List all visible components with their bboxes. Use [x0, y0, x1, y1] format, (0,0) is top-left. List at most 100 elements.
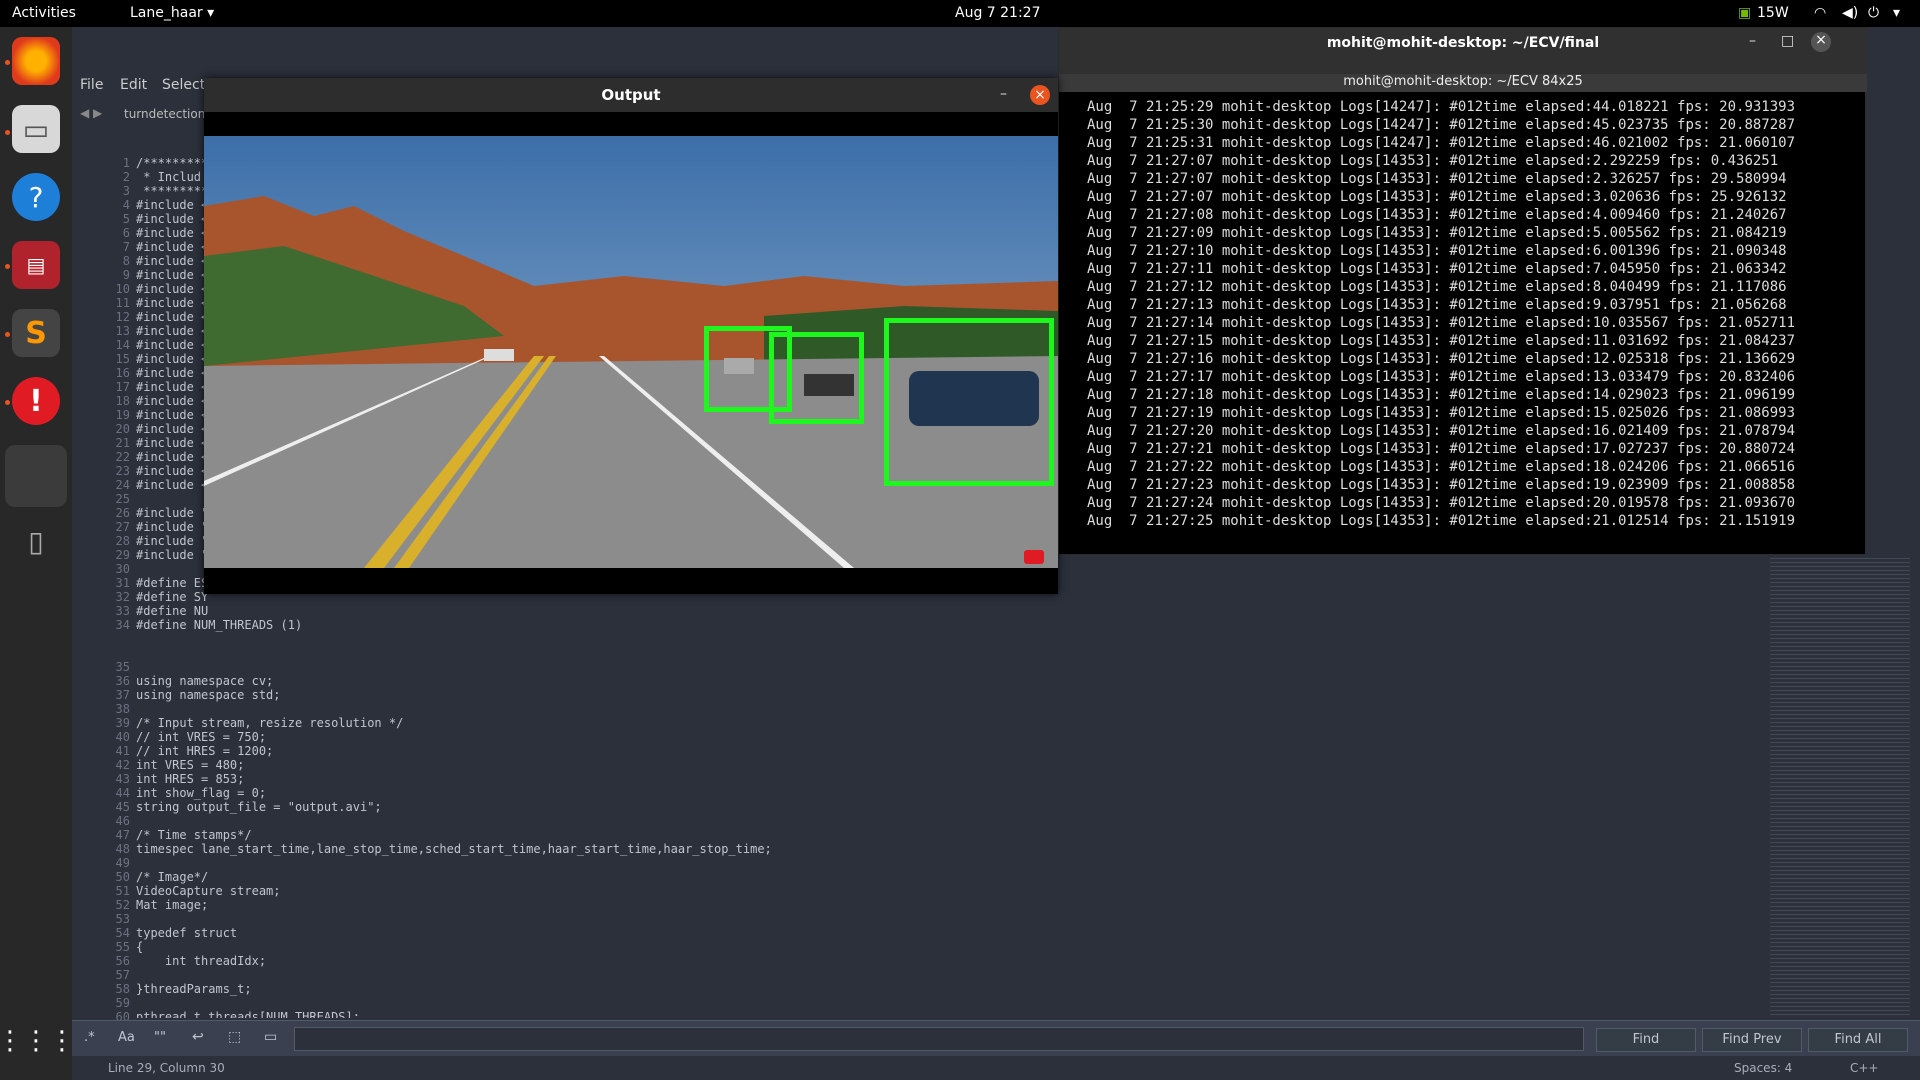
terminal-line: Aug 7 21:27:07 mohit-desktop Logs[14353]… [1087, 153, 1779, 169]
menu-edit[interactable]: Edit [120, 77, 147, 93]
terminal-line: Aug 7 21:25:30 mohit-desktop Logs[14247]… [1087, 117, 1796, 133]
code-line: string output_file = "output.avi"; [136, 800, 382, 814]
line-number: 11 [115, 296, 130, 310]
gutter-top: 1 2 3 4 5 6 7 8 9 10 11 12 13 14 15 16 17 18 19 20 21 22 23 24 2… [72, 156, 130, 632]
code-line: int HRES = 853; [136, 772, 245, 786]
line-number: 6 [122, 226, 130, 240]
show-apps-icon[interactable]: ⋮⋮⋮ [0, 1017, 75, 1065]
nvidia-icon[interactable]: ▣ [1738, 5, 1751, 21]
syntax-setting[interactable]: C++ [1850, 1061, 1879, 1075]
find-all-button[interactable]: Find All [1808, 1028, 1908, 1052]
power-icon[interactable]: ⏻ [1868, 5, 1879, 21]
in-selection-toggle-icon[interactable]: ⬚ [228, 1029, 241, 1045]
find-input[interactable] [294, 1027, 1584, 1051]
firefox-icon[interactable] [12, 37, 60, 85]
line-number: 37 [115, 688, 130, 702]
code-line: timespec lane_start_time,lane_stop_time,… [136, 842, 772, 856]
terminal-title[interactable]: mohit@mohit-desktop: ~/ECV/final [1059, 28, 1867, 74]
menu-file[interactable]: File [80, 77, 103, 93]
case-toggle[interactable]: Aa [118, 1030, 135, 1045]
clock[interactable]: Aug 7 21:27 [955, 5, 1041, 21]
update-icon[interactable]: ! [12, 377, 60, 425]
find-button[interactable]: Find [1596, 1028, 1696, 1052]
terminal-line: Aug 7 21:27:18 mohit-desktop Logs[14353]… [1087, 387, 1796, 403]
terminal-line: Aug 7 21:25:31 mohit-desktop Logs[14247]… [1087, 135, 1796, 151]
close-icon[interactable]: × [1811, 32, 1831, 52]
code-line: #define NU [136, 604, 209, 618]
line-number: 47 [115, 828, 130, 842]
help-icon[interactable]: ? [12, 173, 60, 221]
line-number: 19 [115, 408, 130, 422]
indentation-setting[interactable]: Spaces: 4 [1734, 1061, 1792, 1075]
detection-box [769, 332, 864, 424]
line-number: 35 [115, 660, 130, 674]
line-number: 36 [115, 674, 130, 688]
terminal-line: Aug 7 21:27:13 mohit-desktop Logs[14353]… [1087, 297, 1787, 313]
code-line: /* Input stream, resize resolution */ [136, 716, 404, 730]
detection-box [884, 318, 1054, 486]
terminal-output[interactable]: Aug 7 21:25:29 mohit-desktop Logs[14247]… [1087, 98, 1867, 548]
volume-icon[interactable]: ◀) [1842, 5, 1858, 21]
regex-toggle[interactable]: .* [84, 1030, 95, 1045]
maximize-icon[interactable]: □ [1781, 33, 1794, 49]
line-number: 9 [122, 268, 130, 282]
activities-button[interactable]: Activities [12, 5, 76, 21]
line-number: 43 [115, 772, 130, 786]
running-indicator [5, 130, 10, 135]
minimize-icon[interactable]: – [1749, 33, 1756, 49]
gutter-bottom: 35 36 37 38 39 40 41 42 43 44 45 46 47 48 49 50 51 52 53 54… [72, 660, 130, 1066]
running-indicator [5, 400, 10, 405]
menu-select[interactable]: Select [162, 77, 205, 93]
code-line: typedef struct [136, 926, 238, 940]
terminal-line: Aug 7 21:27:14 mohit-desktop Logs[14353]… [1087, 315, 1796, 331]
find-prev-button[interactable]: Find Prev [1702, 1028, 1802, 1052]
line-number: 32 [115, 590, 130, 604]
editor-tab[interactable]: turndetection. [124, 107, 209, 121]
terminal-line: Aug 7 21:27:11 mohit-desktop Logs[14353]… [1087, 261, 1787, 277]
line-number: 12 [115, 310, 130, 324]
close-icon[interactable]: × [1030, 85, 1050, 105]
cursor-position[interactable]: Line 29, Column 30 [108, 1061, 225, 1075]
code-line: /* Time stamps*/ [136, 828, 252, 842]
line-number: 24 [115, 478, 130, 492]
top-bar: Activities Lane_haar ▾ Aug 7 21:27 ▣ 15W… [0, 0, 1920, 27]
line-number: 13 [115, 324, 130, 338]
terminal-window: mohit@mohit-desktop: ~/ECV/final – □ × m… [1058, 27, 1867, 555]
code-line: }threadParams_t; [136, 982, 252, 996]
code-minimap[interactable] [1770, 555, 1910, 1015]
whole-word-toggle[interactable]: "" [154, 1030, 166, 1045]
terminal-line: Aug 7 21:27:15 mohit-desktop Logs[14353]… [1087, 333, 1796, 349]
code-line: using namespace cv; [136, 674, 274, 688]
system-menu-chevron-icon[interactable]: ▾ [1893, 5, 1900, 21]
minimize-icon[interactable]: – [1000, 86, 1007, 102]
line-number: 20 [115, 422, 130, 436]
line-number: 58 [115, 982, 130, 996]
line-number: 18 [115, 394, 130, 408]
terminal-line: Aug 7 21:27:19 mohit-desktop Logs[14353]… [1087, 405, 1796, 421]
terminal-line: Aug 7 21:27:09 mohit-desktop Logs[14353]… [1087, 225, 1787, 241]
output-window-title[interactable]: Output [204, 78, 1058, 112]
tab-nav-arrows-icon[interactable]: ◀ ▶ [80, 106, 102, 120]
sublime-icon[interactable]: S [12, 309, 60, 357]
terminal-line: Aug 7 21:27:24 mohit-desktop Logs[14353]… [1087, 495, 1796, 511]
line-number: 15 [115, 352, 130, 366]
line-number: 17 [115, 380, 130, 394]
terminal-line: Aug 7 21:27:08 mohit-desktop Logs[14353]… [1087, 207, 1787, 223]
usb-drive-icon[interactable]: ▯ [12, 517, 60, 565]
active-app-slot[interactable] [5, 445, 67, 507]
app-menu[interactable]: Lane_haar ▾ [130, 5, 214, 21]
files-icon[interactable]: ▭ [12, 105, 60, 153]
line-number: 33 [115, 604, 130, 618]
line-number: 29 [115, 548, 130, 562]
highlight-toggle-icon[interactable]: ▭ [264, 1029, 277, 1045]
wifi-icon[interactable]: ◠ [1814, 5, 1826, 21]
power-readout[interactable]: 15W [1757, 5, 1789, 21]
line-number: 53 [115, 912, 130, 926]
wrap-toggle-icon[interactable]: ↩ [192, 1029, 204, 1045]
line-number: 50 [115, 870, 130, 884]
terminal-icon[interactable]: ▤ [12, 241, 60, 289]
